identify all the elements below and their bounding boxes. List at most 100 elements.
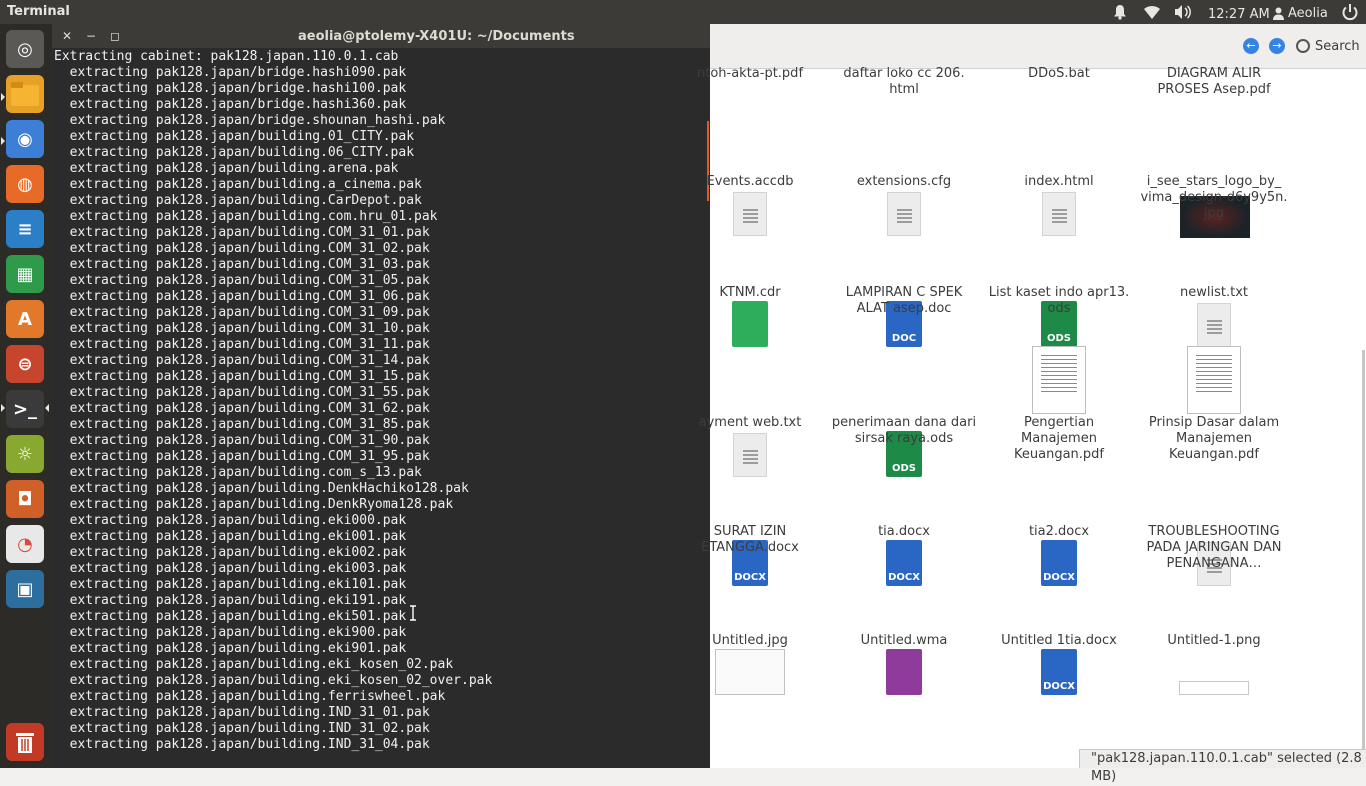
terminal-line: extracting pak128.japan/building.06_CITY… — [54, 145, 415, 160]
settings-toggle-icon[interactable]: ⊜ — [6, 345, 44, 383]
image-thumbnail — [715, 649, 785, 695]
calc-icon[interactable]: ▦ — [6, 255, 44, 293]
terminal-line: extracting pak128.japan/building.a_cinem… — [54, 177, 422, 192]
firefox-icon[interactable]: ◍ — [6, 165, 44, 203]
terminal-window[interactable]: ✕ − ◻ aeolia@ptolemy-X401U: ~/Documents … — [52, 24, 710, 768]
disk-usage-icon[interactable]: ◔ — [6, 525, 44, 563]
text-file-icon — [887, 192, 921, 236]
file-label: Prinsip Dasar dalam Manajemen Keuangan.p… — [1148, 415, 1280, 462]
close-icon[interactable]: ✕ — [60, 29, 74, 43]
binary-file-icon — [733, 192, 767, 236]
terminal-line: extracting pak128.japan/building.COM_31_… — [54, 353, 430, 368]
file-label: penerimaan dana dari sirsak raya.ods — [831, 415, 977, 446]
docx-file-icon: DOCX — [1041, 540, 1077, 586]
file-label: TROUBLESHOOTING PADA JARINGAN DAN PENANG… — [1146, 524, 1282, 571]
file-label: DDoS.bat — [1028, 66, 1090, 81]
status-bar: "pak128.japan.110.0.1.cab" selected (2.8… — [1079, 749, 1366, 784]
brightness-icon[interactable]: ☼ — [6, 435, 44, 473]
text-file-icon — [1197, 303, 1231, 347]
text-file-icon — [733, 433, 767, 477]
terminal-line: extracting pak128.japan/building.eki_kos… — [54, 657, 454, 672]
file-label: extensions.cfg — [856, 174, 952, 189]
file-label: Untitled 1tia.docx — [1001, 633, 1117, 648]
terminal-line: extracting pak128.japan/building.IND_31_… — [54, 721, 430, 736]
terminal-line: extracting pak128.japan/bridge.hashi090.… — [54, 65, 407, 80]
search-button[interactable]: Search — [1296, 37, 1360, 55]
terminal-line: extracting pak128.japan/building.com.hru… — [54, 209, 438, 224]
terminal-icon[interactable]: >_ — [6, 390, 44, 428]
pdf-thumbnail — [1032, 346, 1086, 414]
running-indicator — [1, 404, 5, 412]
top-panel: Terminal 12:27 AM Aeolia — [0, 0, 1366, 24]
writer-icon[interactable]: ≡ — [6, 210, 44, 248]
terminal-line: extracting pak128.japan/bridge.hashi360.… — [54, 97, 407, 112]
terminal-line: extracting pak128.japan/building.COM_31_… — [54, 273, 430, 288]
minimize-icon[interactable]: − — [84, 29, 98, 43]
file-label: Untitled.jpg — [712, 633, 788, 648]
terminal-line: extracting pak128.japan/building.eki901.… — [54, 641, 407, 656]
ubuntu-dash-icon[interactable]: ◎ — [6, 30, 44, 68]
bell-icon[interactable] — [1112, 3, 1128, 21]
terminal-line: extracting pak128.japan/building.CarDepo… — [54, 193, 422, 208]
file-label: newlist.txt — [1180, 285, 1248, 300]
forward-arrow-icon[interactable]: → — [1269, 38, 1285, 54]
terminal-line: extracting pak128.japan/building.01_CITY… — [54, 129, 415, 144]
terminal-line: extracting pak128.japan/building.COM_31_… — [54, 449, 430, 464]
launcher: ◎ ◉ ◍ ≡ ▦ A ⊜ >_ ☼ ◘ ◔ ▣ — [0, 24, 52, 768]
text-cursor-icon — [410, 605, 416, 621]
file-label: Events.accdb — [706, 174, 794, 189]
terminal-line: extracting pak128.japan/building.COM_31_… — [54, 385, 430, 400]
terminal-line: extracting pak128.japan/building.com_s_1… — [54, 465, 422, 480]
search-icon — [1296, 39, 1310, 53]
pdf-thumbnail — [1187, 346, 1241, 414]
terminal-line: extracting pak128.japan/building.COM_31_… — [54, 433, 430, 448]
file-label: ayment web.txt — [698, 415, 802, 430]
terminal-title: aeolia@ptolemy-X401U: ~/Documents — [298, 29, 575, 44]
docx-file-icon: DOCX — [886, 540, 922, 586]
terminal-line: extracting pak128.japan/building.COM_31_… — [54, 321, 430, 336]
speaker-app-icon[interactable]: ◘ — [6, 480, 44, 518]
archive-icon[interactable]: ▣ — [6, 570, 44, 608]
power-icon[interactable] — [1341, 3, 1359, 21]
terminal-line: extracting pak128.japan/building.eki001.… — [54, 529, 407, 544]
terminal-line: Extracting cabinet: pak128.japan.110.0.1… — [54, 49, 399, 64]
docx-file-icon: DOCX — [1041, 649, 1077, 695]
terminal-line: extracting pak128.japan/building.COM_31_… — [54, 417, 430, 432]
terminal-output[interactable]: Extracting cabinet: pak128.japan.110.0.1… — [53, 48, 709, 768]
active-app-title: Terminal — [7, 4, 70, 19]
terminal-line: extracting pak128.japan/building.COM_31_… — [54, 225, 430, 240]
file-manager-window[interactable]: ← → Search ntoh-akta-pt.pdf daftar loko c… — [697, 24, 1366, 768]
terminal-line: extracting pak128.japan/building.eki900.… — [54, 625, 407, 640]
terminal-line: extracting pak128.japan/building.ferrisw… — [54, 689, 446, 704]
terminal-line: extracting pak128.japan/building.COM_31_… — [54, 369, 430, 384]
chromium-icon[interactable]: ◉ — [6, 120, 44, 158]
terminal-line: extracting pak128.japan/building.COM_31_… — [54, 241, 430, 256]
file-label: daftar loko cc 206. html — [843, 66, 965, 97]
terminal-titlebar[interactable]: ✕ − ◻ aeolia@ptolemy-X401U: ~/Documents — [52, 24, 710, 48]
back-arrow-icon[interactable]: ← — [1243, 38, 1259, 54]
file-label: tia2.docx — [1028, 524, 1090, 539]
file-label: tia.docx — [878, 524, 930, 539]
maximize-icon[interactable]: ◻ — [108, 29, 122, 43]
running-indicator — [1, 93, 5, 101]
wifi-icon[interactable] — [1143, 3, 1161, 21]
file-label: LAMPIRAN C SPEK ALAT asep.doc — [845, 285, 963, 316]
clock[interactable]: 12:27 AM — [1208, 5, 1270, 23]
trash-icon[interactable] — [6, 723, 44, 761]
file-manager-toolbar: ← → Search — [710, 24, 1366, 69]
software-center-icon[interactable]: A — [6, 300, 44, 338]
terminal-line: extracting pak128.japan/bridge.hashi100.… — [54, 81, 407, 96]
scrollbar[interactable] — [1362, 350, 1365, 768]
running-indicator — [1, 137, 5, 145]
file-label: i_see_stars_logo_by_ vima_design-d6y9y5n… — [1140, 174, 1288, 221]
user-menu[interactable]: Aeolia — [1273, 4, 1328, 22]
terminal-line: extracting pak128.japan/building.IND_31_… — [54, 705, 430, 720]
terminal-line: extracting pak128.japan/building.eki101.… — [54, 577, 407, 592]
file-label: Pengertian Manajemen Keuangan.pdf — [1014, 415, 1104, 462]
audio-file-icon — [886, 649, 922, 695]
search-label: Search — [1315, 38, 1360, 54]
files-icon[interactable] — [6, 75, 44, 113]
terminal-line: extracting pak128.japan/building.IND_31_… — [54, 737, 430, 752]
volume-icon[interactable] — [1173, 3, 1193, 21]
terminal-line: extracting pak128.japan/building.arena.p… — [54, 161, 399, 176]
